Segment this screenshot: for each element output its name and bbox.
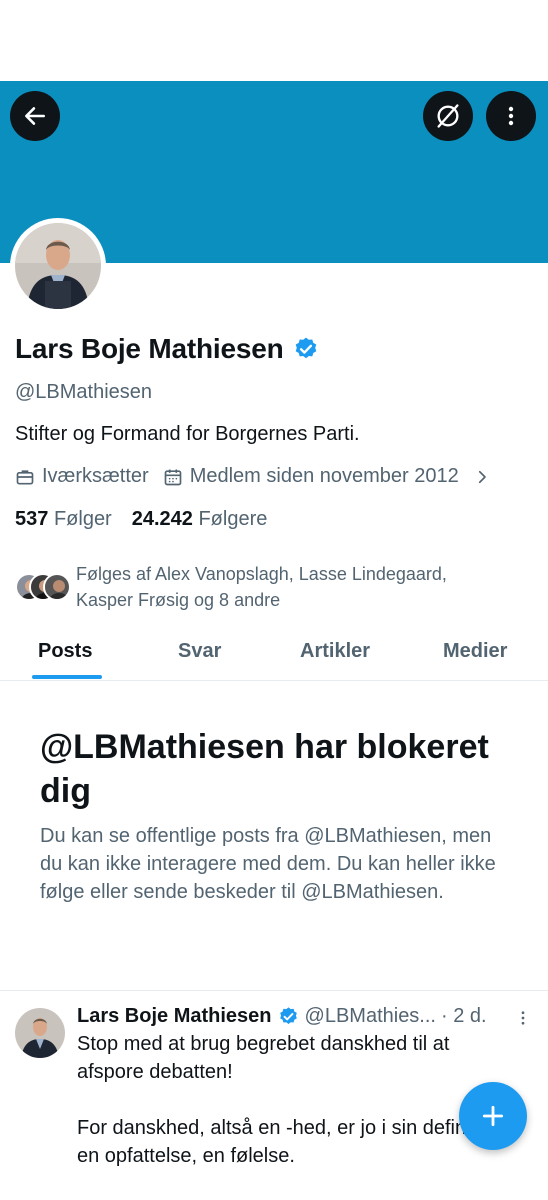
more-vertical-icon	[508, 106, 514, 126]
joined-text: Medlem siden november 2012	[189, 465, 459, 487]
profile-name-row: Lars Boje Mathiesen	[15, 333, 319, 365]
blocked-description: Du kan se offentlige posts fra @LBMathie…	[40, 825, 496, 903]
calendar-icon	[164, 469, 182, 485]
verified-badge-icon[interactable]	[293, 336, 319, 362]
tab-replies[interactable]: Svar	[178, 640, 221, 663]
joined-item[interactable]: Medlem siden november 2012	[163, 465, 459, 488]
plus-icon	[482, 1105, 504, 1127]
tweet-text[interactable]: Stop med at brug begrebet danskhed til a…	[77, 1030, 517, 1198]
back-arrow-icon	[25, 107, 45, 125]
tweet-paragraph: Stop med at brug begrebet danskhed til a…	[77, 1033, 450, 1083]
mutual-avatar	[43, 573, 71, 601]
back-button[interactable]	[10, 91, 60, 141]
profile-bio: Stifter og Formand for Borgernes Parti.	[15, 423, 360, 445]
active-tab-indicator	[32, 675, 102, 679]
compose-button[interactable]	[459, 1082, 527, 1150]
tweet-avatar[interactable]	[15, 1008, 65, 1058]
followers-label: Følgere	[198, 508, 268, 530]
tab-articles[interactable]: Artikler	[300, 640, 370, 663]
followed-by-text: Følges af Alex Vanopslagh, Lasse Lindega…	[76, 564, 447, 610]
profile-tabs: Posts Svar Artikler Medier	[0, 628, 548, 681]
profile-meta: Iværksætter Medlem siden november 2012	[15, 465, 491, 488]
follow-counts: 537 Følger 24.242 Følgere	[15, 508, 267, 531]
profile-handle: @LBMathiesen	[15, 381, 153, 403]
profession-text: Iværksætter	[42, 465, 149, 487]
following-count: 537	[15, 508, 49, 530]
mutual-avatars	[15, 571, 71, 603]
status-bar-area	[0, 0, 548, 81]
blocked-title: @LBMathiesen har blokeret dig	[40, 728, 489, 810]
profile-avatar[interactable]	[10, 218, 106, 314]
profession-item: Iværksætter	[15, 465, 149, 488]
briefcase-icon	[16, 469, 34, 484]
verified-badge-icon	[279, 1007, 297, 1024]
tab-media[interactable]: Medier	[443, 640, 507, 663]
followed-by[interactable]: Følges af Alex Vanopslagh, Lasse Lindega…	[15, 561, 496, 613]
profile-name: Lars Boje Mathiesen	[15, 333, 284, 364]
following-link[interactable]: 537 Følger	[15, 508, 112, 531]
avatar-photo	[15, 223, 101, 309]
tweet-header: Lars Boje Mathiesen @LBMathies... · 2 d.	[77, 1005, 532, 1028]
followers-count: 24.242	[131, 508, 193, 530]
tweet-author-handle[interactable]: @LBMathies...	[305, 1005, 436, 1028]
tweet-timestamp[interactable]: · 2 d.	[441, 1005, 487, 1028]
tab-posts[interactable]: Posts	[38, 640, 92, 663]
disconnect-icon	[437, 104, 459, 128]
followers-link[interactable]: 24.242 Følgere	[132, 508, 268, 531]
tweet-paragraph: For danskhed, altså en -hed, er jo i sin…	[77, 1117, 503, 1167]
divider	[0, 990, 548, 991]
more-horizontal-icon[interactable]	[514, 1009, 532, 1027]
chevron-right-icon[interactable]	[473, 468, 491, 486]
tweet-author-name[interactable]: Lars Boje Mathiesen	[77, 1005, 272, 1028]
disconnect-button[interactable]	[423, 91, 473, 141]
following-label: Følger	[53, 508, 112, 530]
more-options-button[interactable]	[486, 91, 536, 141]
